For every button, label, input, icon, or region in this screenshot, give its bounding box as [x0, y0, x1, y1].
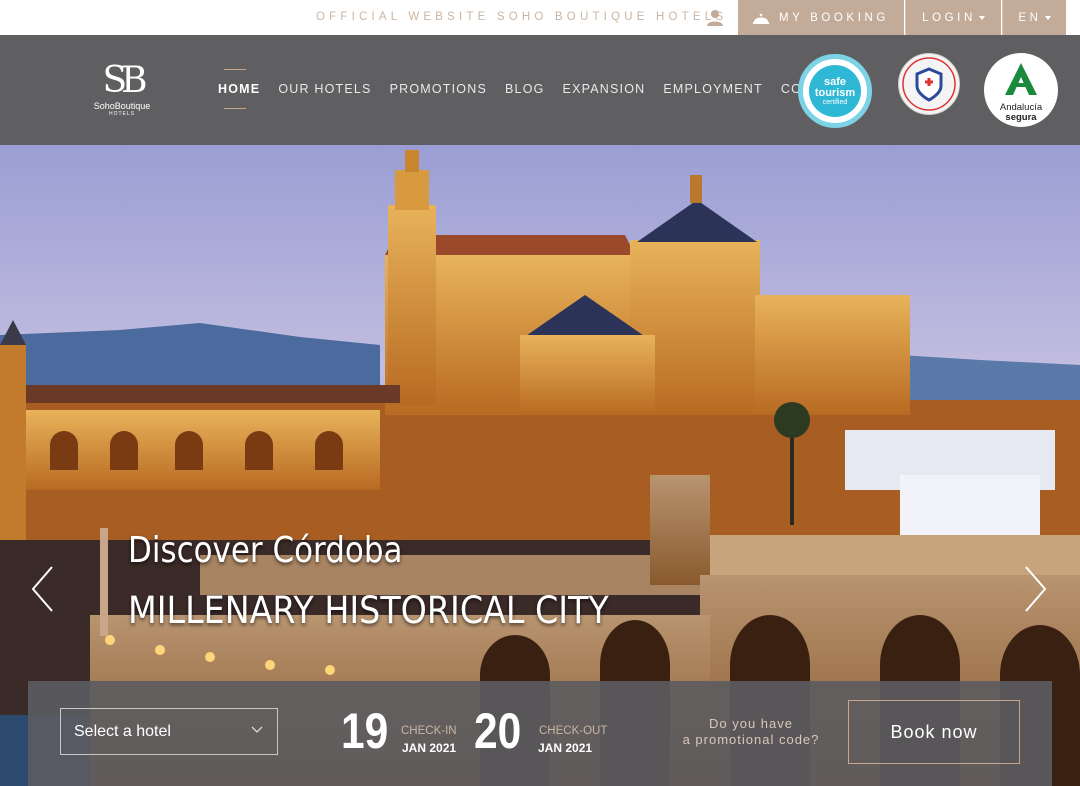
- login-dropdown[interactable]: LOGIN: [905, 0, 1001, 35]
- caret-down-icon: [1044, 15, 1051, 20]
- safe-tourism-line2: tourism: [814, 87, 856, 99]
- andalucia-line2: segura: [1005, 112, 1037, 123]
- main-nav: HOME OUR HOTELS PROMOTIONS BLOG EXPANSIO…: [218, 69, 867, 109]
- language-dropdown[interactable]: EN: [1002, 0, 1066, 35]
- chevron-right-icon[interactable]: [1022, 565, 1048, 613]
- andalucia-a-icon: [1005, 63, 1037, 95]
- user-icon[interactable]: [706, 9, 724, 26]
- promo-code-link[interactable]: Do you have a promotional code?: [676, 716, 826, 748]
- hero-title: Discover Córdoba: [128, 530, 403, 571]
- logo-mark: SB: [102, 60, 147, 101]
- checkout-label: CHECK-OUT: [539, 725, 608, 737]
- booking-widget: Select a hotel 19 CHECK-IN JAN 2021 20 C…: [28, 681, 1052, 786]
- checkin-day: 19: [341, 703, 389, 759]
- hotel-select[interactable]: Select a hotel: [60, 708, 278, 755]
- hero-subtitle: MILLENARY HISTORICAL CITY: [128, 589, 609, 632]
- nav-blog[interactable]: BLOG: [505, 82, 545, 96]
- language-label: EN: [1018, 11, 1042, 24]
- checkin-month: JAN 2021: [402, 741, 457, 755]
- safe-tourism-line3: certified: [822, 99, 848, 106]
- nav-our-hotels[interactable]: OUR HOTELS: [278, 82, 371, 96]
- main-navbar: SB SohoBoutique HOTELS HOME OUR HOTELS P…: [0, 35, 1080, 145]
- andalucia-segura-badge: Andalucía segura: [984, 53, 1058, 127]
- checkin-label: CHECK-IN: [401, 725, 457, 737]
- covid-safe-badge: [898, 53, 960, 115]
- nav-expansion[interactable]: EXPANSION: [563, 82, 646, 96]
- checkout-month: JAN 2021: [538, 741, 593, 755]
- promo-line1: Do you have: [709, 716, 793, 731]
- chevron-left-icon[interactable]: [30, 565, 56, 613]
- bell-icon: [753, 13, 770, 24]
- logo-sub: HOTELS: [108, 111, 135, 117]
- promo-line2: a promotional code?: [682, 732, 820, 747]
- nav-home[interactable]: HOME: [218, 69, 260, 109]
- my-booking-button[interactable]: MY BOOKING: [738, 0, 904, 35]
- nav-employment[interactable]: EMPLOYMENT: [663, 82, 763, 96]
- logo-name: SohoBoutique: [93, 101, 151, 111]
- shield-icon: [902, 57, 956, 111]
- top-utility-bar: OFFICIAL WEBSITE SOHO BOUTIQUE HOTELS MY…: [0, 0, 1080, 35]
- book-now-button[interactable]: Book now: [848, 700, 1020, 764]
- soho-boutique-logo[interactable]: SB SohoBoutique HOTELS: [86, 60, 158, 118]
- my-booking-label: MY BOOKING: [779, 11, 889, 24]
- checkout-day: 20: [474, 703, 522, 759]
- safe-tourism-badge: safe tourism certified: [798, 54, 872, 128]
- safe-tourism-seal: safe tourism certified: [809, 65, 861, 117]
- nav-promotions[interactable]: PROMOTIONS: [390, 82, 487, 96]
- official-website-text: OFFICIAL WEBSITE SOHO BOUTIQUE HOTELS: [316, 11, 728, 23]
- caret-down-icon: [978, 15, 985, 20]
- hotel-select-value: Select a hotel: [74, 722, 171, 740]
- login-label: LOGIN: [922, 11, 976, 24]
- caption-accent-bar: [100, 528, 108, 636]
- chevron-down-icon: [251, 726, 263, 733]
